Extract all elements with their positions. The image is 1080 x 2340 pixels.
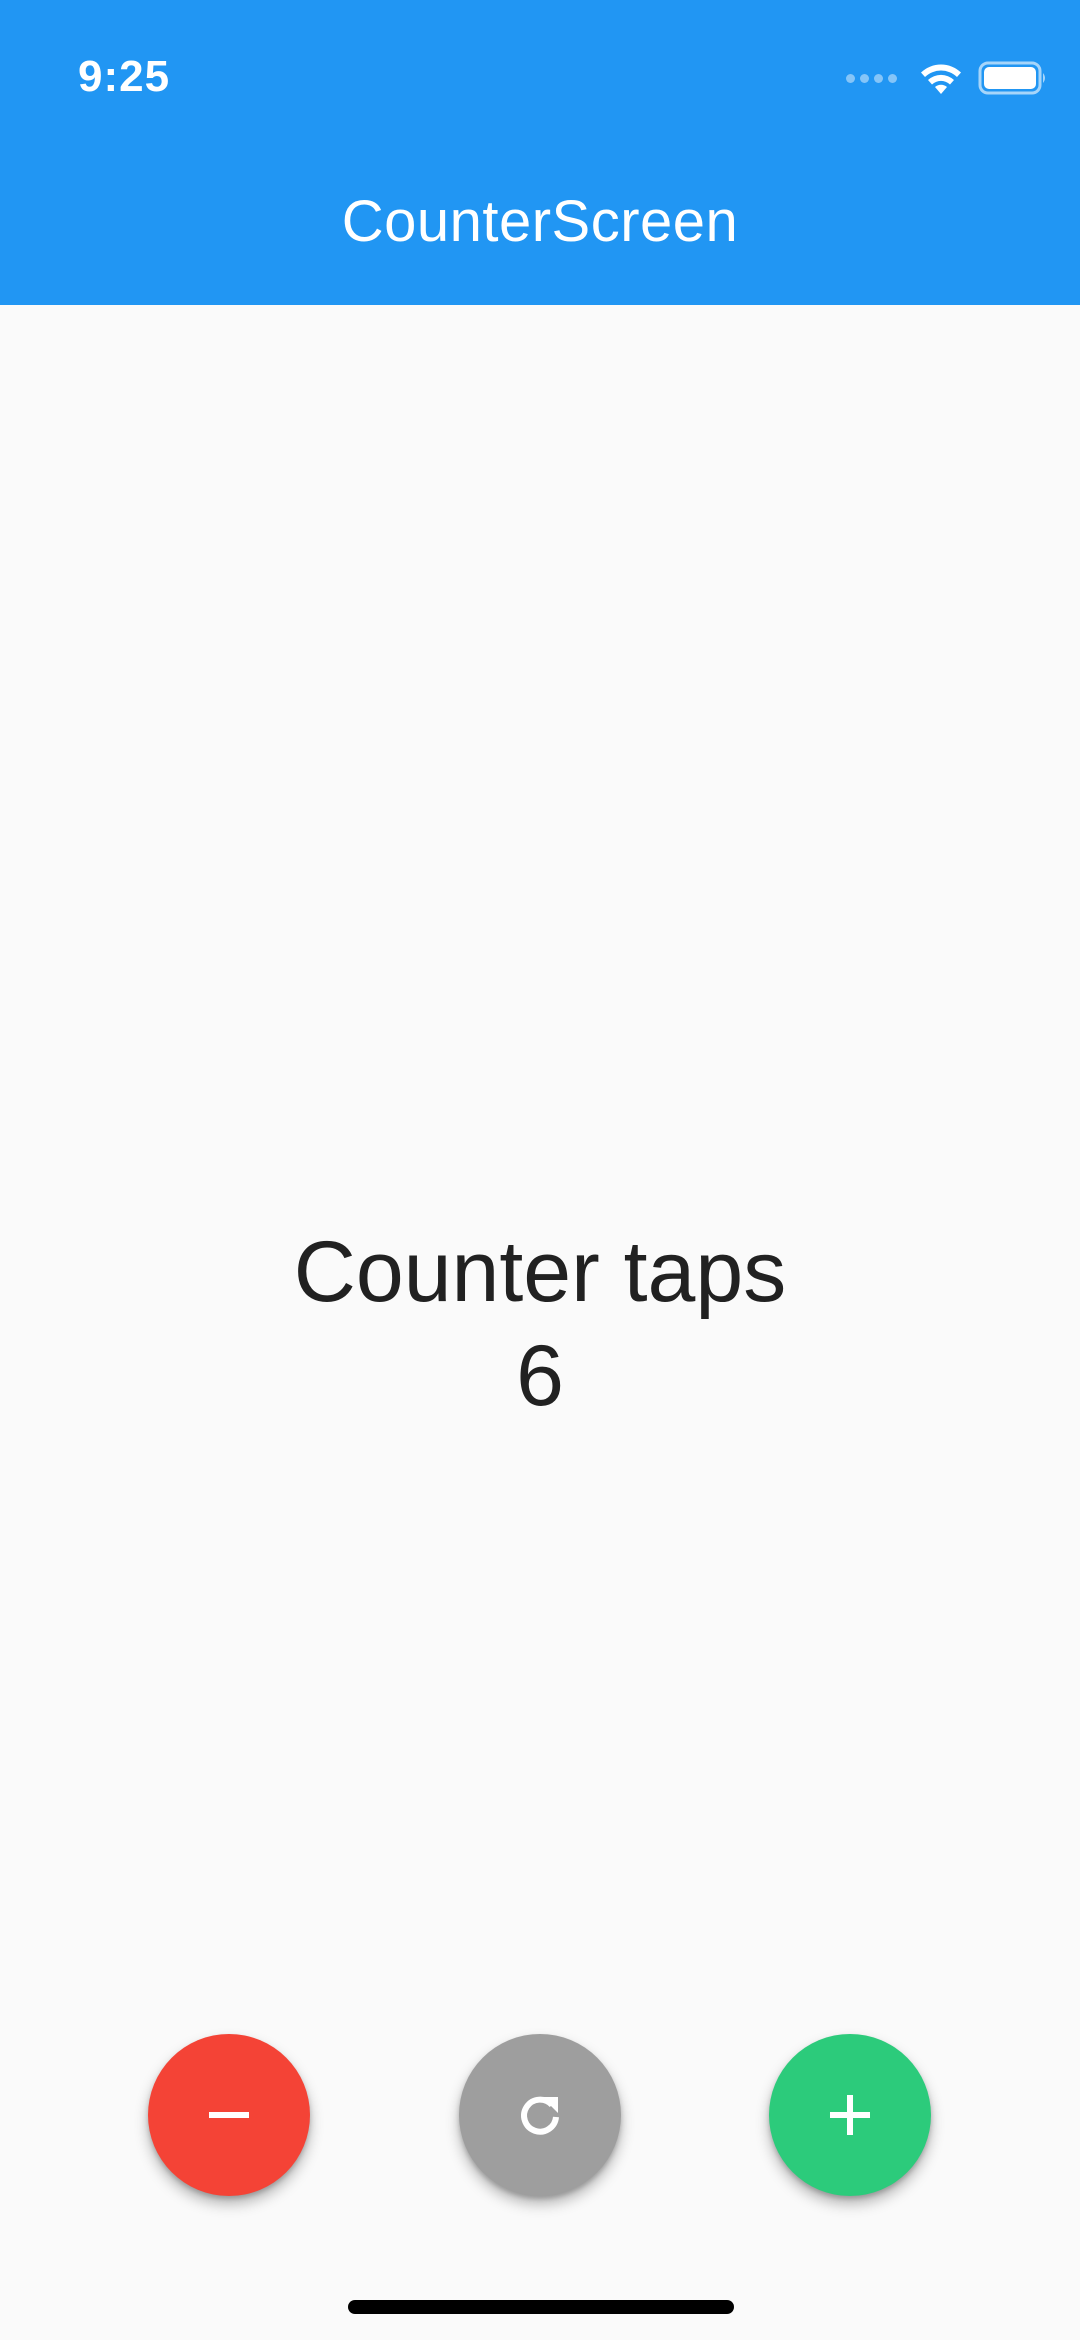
app-title: CounterScreen [341, 189, 739, 254]
signal-icon [846, 73, 902, 83]
minus-icon [209, 2112, 249, 2118]
decrement-button[interactable] [148, 2034, 310, 2196]
counter-label: Counter taps [293, 1224, 787, 1320]
status-time: 9:25 [78, 52, 171, 101]
battery-icon [978, 61, 1045, 95]
app-bar: 9:25 CounterScreen [0, 0, 1080, 305]
counter-display: Counter taps 6 [0, 1220, 1080, 1428]
increment-button[interactable] [769, 2034, 931, 2196]
wifi-icon [921, 64, 961, 94]
counter-screen: 9:25 CounterScreen Counter taps 6 [0, 0, 1080, 2340]
refresh-icon [521, 2096, 559, 2135]
status-icons [846, 58, 1048, 98]
reset-button[interactable] [459, 2034, 621, 2196]
plus-icon [830, 2095, 870, 2135]
home-indicator[interactable] [348, 2300, 734, 2314]
counter-value: 6 [516, 1328, 564, 1424]
